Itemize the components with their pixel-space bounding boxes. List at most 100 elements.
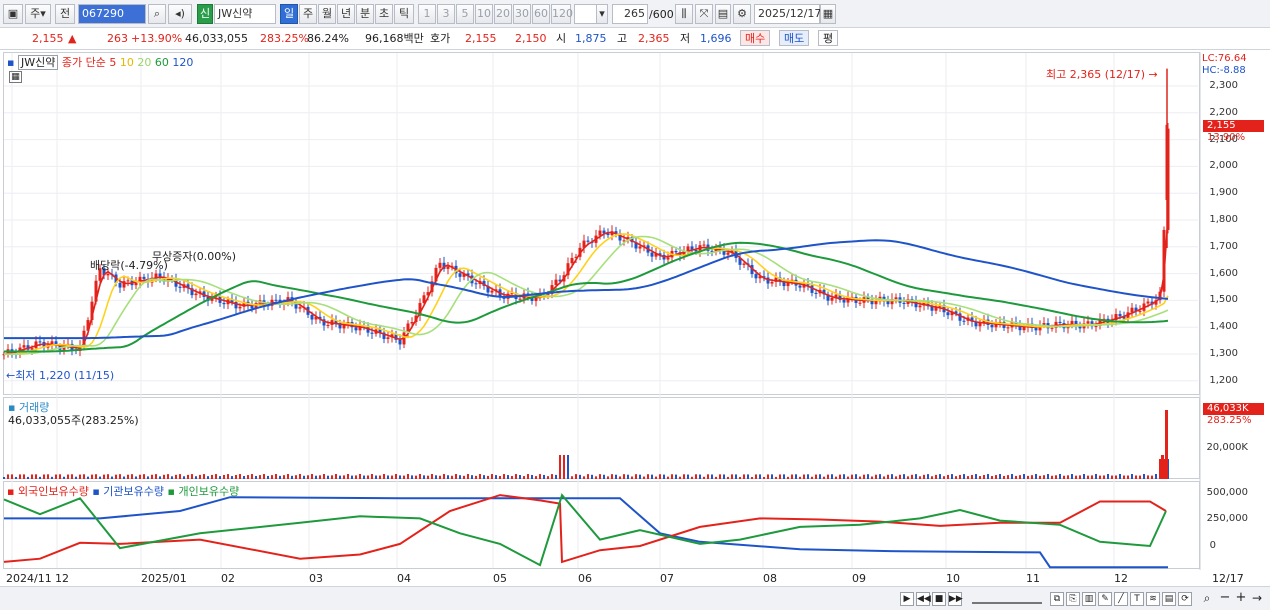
- volume-bar: [447, 475, 449, 479]
- volume-bar: [331, 475, 333, 479]
- volume-bar: [11, 474, 13, 479]
- volume-bar: [207, 476, 209, 479]
- volume-bar: [55, 474, 57, 479]
- volume-bar: [575, 474, 577, 479]
- volume-bar: [515, 474, 517, 479]
- candle-body: [194, 293, 198, 296]
- volume-bar: [531, 474, 533, 479]
- volume-bar: [363, 475, 365, 479]
- volume-bar: [1131, 474, 1133, 479]
- volume-bar: [1043, 475, 1045, 479]
- zoom-in-icon[interactable]: +: [1234, 591, 1248, 606]
- volume-bar: [1127, 475, 1129, 479]
- volume-bar: [323, 474, 325, 479]
- refresh-icon[interactable]: ⟳: [1178, 592, 1192, 606]
- volume-bar: [555, 474, 557, 479]
- candle-body: [814, 292, 818, 294]
- volume-bar: [807, 474, 809, 479]
- candle-body: [1034, 327, 1038, 331]
- volume-bar: [1115, 475, 1117, 479]
- volume-bar: [1123, 475, 1125, 479]
- candle-body: [518, 298, 522, 300]
- volume-bar: [243, 476, 245, 479]
- candle-body: [554, 279, 558, 286]
- x-tick: 2024/11: [6, 572, 52, 585]
- play-icon[interactable]: ▶: [900, 592, 914, 606]
- volume-bar: [1143, 474, 1145, 479]
- volume-bar: [91, 474, 93, 479]
- volume-bar: [295, 475, 297, 479]
- volume-bar: [1087, 475, 1089, 479]
- volume-bar: [459, 475, 461, 479]
- draw-icon[interactable]: ✎: [1098, 592, 1112, 606]
- chart-type-icon[interactable]: ▥: [1082, 592, 1096, 606]
- zoom-box-icon[interactable]: ⧉: [1050, 592, 1064, 606]
- volume-bar: [579, 474, 581, 479]
- copy-icon[interactable]: ⎘: [1066, 592, 1080, 606]
- volume-bar: [679, 476, 681, 479]
- candle-body: [990, 324, 994, 328]
- fast-forward-icon[interactable]: ▶▶: [948, 592, 963, 606]
- candle-body: [946, 312, 950, 316]
- candle-body: [1118, 314, 1122, 317]
- volume-bar: [1051, 475, 1053, 479]
- candle-body: [178, 286, 182, 288]
- y-tick: 1,600: [1209, 268, 1238, 279]
- volume-bar: [1119, 474, 1121, 479]
- volume-bar: [819, 474, 821, 479]
- volume-bar: [467, 474, 469, 479]
- volume-bar: [1063, 475, 1065, 479]
- institution-holding-line: [4, 496, 1168, 569]
- rewind-icon[interactable]: ◀◀: [916, 592, 931, 606]
- volume-bar: [439, 475, 441, 479]
- volume-bar: [495, 475, 497, 479]
- zoom-out-icon[interactable]: −: [1218, 591, 1232, 606]
- volume-bar: [687, 474, 689, 479]
- volume-bar: [595, 476, 597, 479]
- volume-bar: [867, 474, 869, 479]
- legend-stock-label[interactable]: JW신약: [17, 55, 59, 70]
- candle-body: [798, 285, 802, 288]
- volume-bar: [99, 476, 101, 479]
- x-tick: 08: [763, 572, 777, 585]
- candle-body: [38, 341, 42, 343]
- volume-bar: [839, 474, 841, 479]
- line-tool-icon[interactable]: ╱: [1114, 592, 1128, 606]
- legend-individual: 개인보유수량: [178, 485, 240, 498]
- volume-bar: [383, 474, 385, 479]
- volume-bar: [643, 476, 645, 479]
- x-tick: 12: [55, 572, 69, 585]
- candle-body: [118, 282, 122, 288]
- volume-bar: [763, 476, 765, 479]
- holding-square-icon: ▪: [92, 485, 100, 498]
- volume-bar: [707, 474, 709, 479]
- volume-value-text: 46,033,055주(283.25%): [8, 414, 139, 427]
- candle-body: [310, 314, 314, 320]
- last-price-tag: 2,155: [1203, 120, 1264, 132]
- volume-bar: [167, 474, 169, 479]
- zoom-search-icon[interactable]: ⌕: [1200, 592, 1214, 606]
- volume-bar: [1091, 475, 1093, 479]
- volume-bar: [239, 474, 241, 479]
- volume-bar: [471, 475, 473, 479]
- volume-bar: [159, 476, 161, 479]
- volume-bar: [671, 474, 673, 479]
- last-pct-tag: 13.90%: [1207, 132, 1246, 143]
- volume-bar: [115, 474, 117, 479]
- scroll-slider[interactable]: [972, 592, 1042, 604]
- arrow-right-icon[interactable]: →: [1250, 592, 1264, 606]
- candle-body: [770, 281, 774, 284]
- volume-bar: [223, 474, 225, 479]
- volume-bar: [539, 474, 541, 479]
- volume-bar: [615, 474, 617, 479]
- grid-toggle-icon[interactable]: ▦: [9, 71, 22, 83]
- stop-icon[interactable]: ■: [932, 592, 946, 606]
- layout-icon[interactable]: ▤: [1162, 592, 1176, 606]
- candle-body: [534, 297, 538, 301]
- volume-bar: [367, 475, 369, 479]
- volume-bar: [463, 475, 465, 479]
- fibonacci-icon[interactable]: ≋: [1146, 592, 1160, 606]
- text-tool-icon[interactable]: T: [1130, 592, 1144, 606]
- volume-bar: [547, 476, 549, 479]
- volume-bar: [871, 476, 873, 479]
